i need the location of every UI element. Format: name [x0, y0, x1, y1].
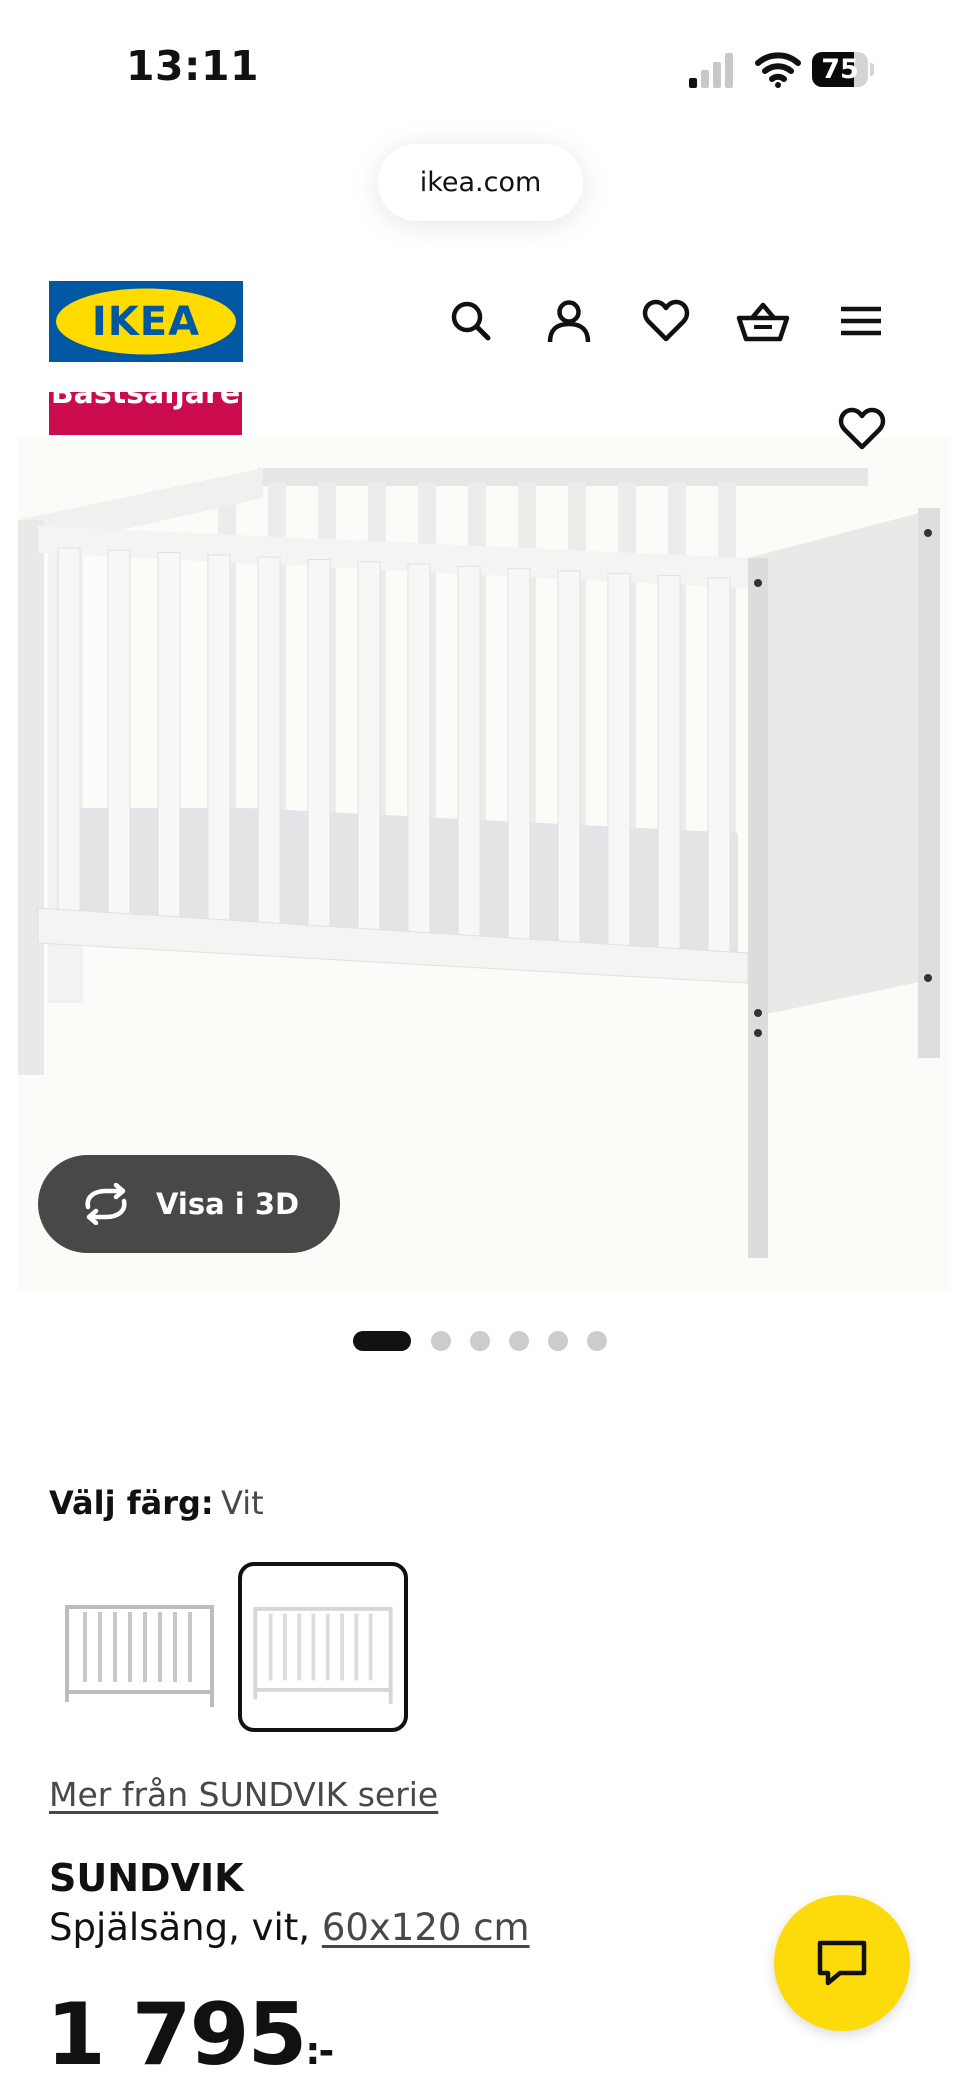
crib-front-slat	[707, 577, 731, 959]
chat-bubble-icon	[817, 1940, 867, 1986]
gallery-dot-4[interactable]	[509, 1331, 529, 1351]
save-favourite-icon[interactable]	[834, 401, 890, 457]
battery-percentage: 75	[821, 54, 859, 85]
gallery-dot-1[interactable]	[353, 1331, 411, 1351]
color-value: Vit	[221, 1484, 264, 1522]
chat-button[interactable]	[774, 1895, 910, 2031]
crib-front-slat	[457, 565, 481, 947]
crib-front-slat	[507, 568, 531, 950]
shopping-basket-icon[interactable]	[735, 293, 791, 349]
price-suffix: :-	[305, 2029, 334, 2073]
product-price: 1 795:-	[46, 1985, 334, 2085]
status-time: 13:11	[126, 42, 260, 90]
wifi-icon	[755, 52, 801, 88]
crib-front-slat	[307, 559, 331, 940]
bestseller-badge: Bästsäljare	[49, 392, 242, 435]
battery-icon: 75	[812, 52, 874, 87]
color-option-2-selected[interactable]	[238, 1562, 408, 1732]
product-size-link[interactable]: 60x120 cm	[322, 1906, 530, 1949]
crib-front-slat	[207, 554, 231, 936]
crib-front-slat	[257, 556, 281, 938]
color-option-1[interactable]	[55, 1562, 225, 1732]
rotate-3d-icon	[85, 1183, 127, 1225]
crib-front-slat	[407, 563, 431, 945]
search-icon[interactable]	[443, 293, 499, 349]
gallery-dot-5[interactable]	[548, 1331, 568, 1351]
crib-front-slat	[607, 572, 631, 954]
view-in-3d-button[interactable]: Visa i 3D	[38, 1155, 340, 1253]
product-type: Spjälsäng, vit,	[49, 1906, 311, 1949]
crib-front-slat	[657, 575, 681, 957]
crib-thumbnail	[65, 1605, 214, 1707]
url-bar[interactable]: ikea.com	[378, 144, 583, 221]
heart-icon[interactable]	[638, 293, 694, 349]
gallery-dot-6[interactable]	[587, 1331, 607, 1351]
menu-icon[interactable]	[833, 293, 889, 349]
color-label: Välj färg:	[49, 1484, 214, 1522]
gallery-dot-2[interactable]	[431, 1331, 451, 1351]
crib-thumbnail	[253, 1606, 393, 1705]
gallery-dot-3[interactable]	[470, 1331, 490, 1351]
logo-text: IKEA	[92, 299, 200, 345]
account-icon[interactable]	[541, 293, 597, 349]
product-description: Spjälsäng, vit, 60x120 cm	[49, 1906, 530, 1949]
crib-front-slat	[107, 549, 131, 931]
view-in-3d-label: Visa i 3D	[156, 1187, 300, 1221]
product-name: SUNDVIK	[49, 1856, 244, 1900]
ikea-logo[interactable]: IKEA	[49, 281, 243, 362]
cellular-signal-icon	[689, 53, 733, 88]
crib-front-slat	[557, 570, 581, 952]
crib-front-slat	[57, 547, 81, 929]
series-link[interactable]: Mer från SUNDVIK serie	[49, 1775, 438, 1814]
price-value: 1 795	[46, 1985, 307, 2085]
crib-front-slat	[357, 561, 381, 943]
crib-front-slat	[157, 552, 181, 934]
